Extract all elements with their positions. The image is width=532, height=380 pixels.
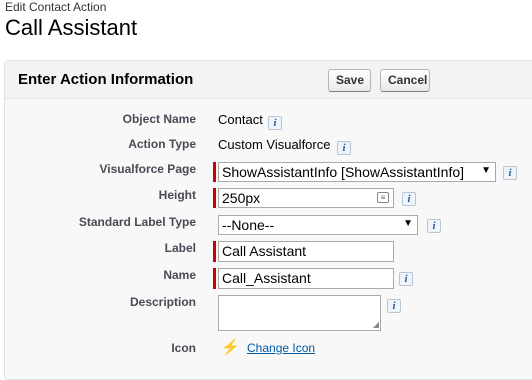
breadcrumb: Edit Contact Action (5, 0, 107, 14)
action-type-value: Custom Visualforce (218, 137, 331, 152)
label-input[interactable]: Call Assistant (218, 241, 394, 262)
height-input-value: 250px (222, 190, 261, 206)
resize-handle-icon[interactable]: ◢ (373, 321, 379, 329)
icon-field-label: Icon (171, 341, 196, 355)
label-required-indicator (213, 241, 216, 262)
standard-label-type-select[interactable]: --None-- ▼ (218, 215, 418, 235)
cancel-button[interactable]: Cancel (380, 69, 430, 92)
object-name-info-icon[interactable]: i (268, 116, 282, 130)
change-icon-link[interactable]: Change Icon (247, 341, 315, 355)
visualforce-page-selected-value: ShowAssistantInfo [ShowAssistantInfo] (222, 164, 465, 180)
object-name-label: Object Name (122, 112, 196, 126)
label-input-value: Call Assistant (222, 243, 307, 259)
description-label: Description (129, 295, 196, 309)
name-required-indicator (213, 268, 216, 289)
height-label: Height (158, 188, 196, 202)
panel-title: Enter Action Information (18, 71, 194, 88)
page-header: Edit Contact Action Call Assistant (5, 0, 137, 41)
object-name-value: Contact (218, 112, 263, 127)
visualforce-page-info-icon[interactable]: i (503, 166, 517, 180)
save-button[interactable]: Save (328, 69, 371, 92)
height-input[interactable]: 250px ≡ (218, 188, 394, 208)
visualforce-page-label: Visualforce Page (99, 162, 197, 176)
visualforce-page-required-indicator (213, 162, 216, 182)
page-title: Call Assistant (5, 15, 138, 40)
standard-label-type-label: Standard Label Type (78, 215, 196, 229)
chevron-down-icon: ▼ (403, 218, 413, 229)
height-info-icon[interactable]: i (402, 192, 416, 206)
panel-header: Enter Action Information Save Cancel (5, 61, 532, 99)
chevron-down-icon: ▼ (481, 165, 491, 176)
action-type-info-icon[interactable]: i (337, 141, 351, 155)
description-textarea[interactable]: ◢ (218, 295, 381, 331)
standard-label-type-selected-value: --None-- (222, 217, 275, 233)
name-input[interactable]: Call_Assistant (218, 268, 394, 289)
name-input-value: Call_Assistant (222, 270, 311, 286)
name-field-label: Name (163, 268, 196, 282)
visualforce-page-select[interactable]: ShowAssistantInfo [ShowAssistantInfo] ▼ (218, 162, 496, 182)
lightning-bolt-icon: ⚡ (221, 339, 240, 356)
standard-label-type-info-icon[interactable]: i (427, 219, 441, 233)
autofill-contact-card-icon: ≡ (377, 192, 389, 203)
label-field-label: Label (164, 241, 196, 255)
description-info-icon[interactable]: i (387, 299, 401, 313)
height-required-indicator (213, 188, 216, 208)
name-info-icon[interactable]: i (399, 272, 413, 286)
action-type-label: Action Type (128, 137, 196, 151)
